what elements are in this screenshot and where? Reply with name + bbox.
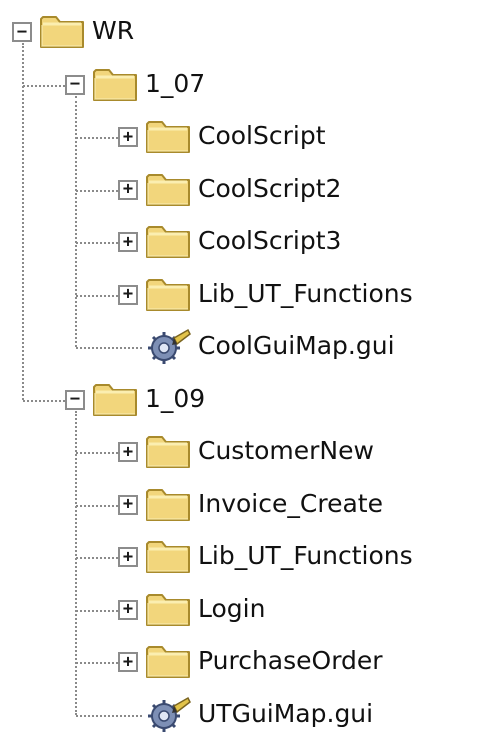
tree-item-label[interactable]: UTGuiMap.gui — [198, 699, 373, 729]
expand-toggle-icon[interactable]: + — [118, 599, 138, 620]
tree-item-label[interactable]: CoolScript — [198, 121, 326, 151]
tree-connector-line — [22, 43, 24, 400]
collapse-toggle-icon[interactable]: − — [65, 389, 85, 410]
expand-toggle-icon[interactable]: + — [118, 179, 138, 200]
expand-toggle-icon[interactable]: + — [118, 232, 138, 252]
folder-icon — [144, 221, 192, 261]
tree-connector-line — [75, 95, 77, 347]
expand-toggle-icon[interactable]: + — [118, 652, 138, 672]
tree-connector-line — [76, 294, 118, 297]
tree-connector-line — [76, 452, 118, 454]
expand-toggle-icon[interactable]: + — [118, 494, 138, 515]
tree-connector-line — [76, 137, 118, 139]
tree-connector-line — [76, 557, 118, 559]
tree-item-label[interactable]: CustomerNew — [198, 436, 374, 466]
expand-toggle-icon[interactable]: + — [118, 442, 138, 462]
folder-icon — [144, 116, 192, 156]
collapse-toggle-icon[interactable]: − — [65, 74, 85, 95]
tree-connector-line — [76, 609, 118, 612]
gui-map-file-icon — [144, 326, 192, 366]
tree-connector-line — [23, 399, 65, 402]
tree-item-label[interactable]: CoolScript3 — [198, 226, 341, 256]
folder-icon — [91, 64, 139, 104]
tree-item-label[interactable]: Invoice_Create — [198, 489, 383, 519]
folder-icon — [144, 169, 192, 209]
tree-item-label[interactable]: CoolGuiMap.gui — [198, 331, 395, 361]
tree-item-label[interactable]: CoolScript2 — [198, 174, 341, 204]
expand-toggle-icon[interactable]: + — [118, 284, 138, 305]
tree-connector-line — [76, 347, 142, 349]
tree-connector-line — [76, 189, 118, 192]
tree-connector-line — [76, 504, 118, 507]
tree-item-label[interactable]: PurchaseOrder — [198, 646, 383, 676]
tree-connector-line — [75, 410, 77, 715]
folder-icon — [144, 431, 192, 471]
gui-map-file-icon — [144, 694, 192, 734]
tree-item-label[interactable]: Lib_UT_Functions — [198, 541, 413, 571]
folder-icon — [144, 641, 192, 681]
tree-item-label[interactable]: WR — [92, 16, 134, 46]
tree-connector-line — [23, 84, 65, 87]
folder-icon — [144, 274, 192, 314]
collapse-toggle-icon[interactable]: − — [12, 22, 32, 42]
tree-connector-line — [76, 242, 118, 244]
tree-item-label[interactable]: Login — [198, 594, 265, 624]
tree-item-label[interactable]: Lib_UT_Functions — [198, 279, 413, 309]
tree-connector-line — [76, 662, 118, 664]
folder-icon — [91, 379, 139, 419]
folder-icon — [38, 11, 86, 51]
folder-icon — [144, 589, 192, 629]
tree-connector-line — [76, 714, 142, 717]
folder-tree: − WR − 1_07 + CoolScript + CoolScript2 + CoolScri… — [0, 0, 491, 734]
folder-icon — [144, 484, 192, 524]
folder-icon — [144, 536, 192, 576]
tree-item-label[interactable]: 1_07 — [145, 69, 205, 99]
expand-toggle-icon[interactable]: + — [118, 127, 138, 147]
tree-item-label[interactable]: 1_09 — [145, 384, 205, 414]
expand-toggle-icon[interactable]: + — [118, 547, 138, 567]
